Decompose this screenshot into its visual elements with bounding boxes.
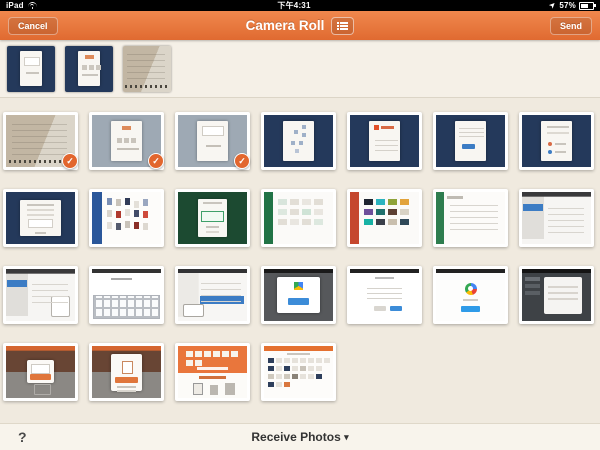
- status-bar: iPad 下午4:31 ➤ 57%: [0, 0, 600, 11]
- thumb-send-receive: [178, 346, 247, 398]
- photo-thumbnail[interactable]: [175, 266, 250, 324]
- battery-icon: [579, 2, 594, 10]
- photo-thumbnail[interactable]: [261, 189, 336, 247]
- thumb-navy-devices-sm: [65, 46, 113, 92]
- selected-photos-strip: [0, 40, 600, 98]
- thumb-keyboard: [92, 269, 161, 321]
- location-arrow-icon: ➤: [549, 1, 558, 10]
- photo-thumbnail[interactable]: [89, 343, 164, 401]
- photo-thumbnail[interactable]: [347, 266, 422, 324]
- status-time: 下午4:31: [277, 0, 310, 11]
- thumb-drive-dialog: [264, 269, 333, 321]
- photo-grid: ✓ ✓ ✓: [3, 112, 597, 401]
- photo-thumbnail[interactable]: [89, 189, 164, 247]
- photo-thumbnail[interactable]: [261, 112, 336, 170]
- photo-thumbnail[interactable]: [261, 343, 336, 401]
- thumb-excel-dark: [178, 192, 247, 244]
- photo-thumbnail[interactable]: [175, 343, 250, 401]
- page-title: Camera Roll: [246, 18, 325, 33]
- photo-thumbnail[interactable]: [519, 189, 594, 247]
- photo-thumbnail[interactable]: [433, 266, 508, 324]
- receive-photos-label: Receive Photos: [251, 430, 340, 444]
- thumb-excel-templates: [264, 192, 333, 244]
- wifi-icon: [27, 2, 38, 10]
- thumb-settings-sel: [178, 269, 247, 321]
- photo-thumbnail[interactable]: [261, 266, 336, 324]
- photo-thumbnail[interactable]: [175, 189, 250, 247]
- selected-check-icon: ✓: [148, 153, 164, 169]
- thumb-navy-office: [350, 115, 419, 167]
- selected-strip-thumbnail[interactable]: [123, 46, 171, 92]
- photo-thumbnail[interactable]: ✓: [3, 112, 78, 170]
- thumb-settings: [522, 192, 591, 244]
- thumb-photo-grid: [264, 346, 333, 398]
- cancel-button[interactable]: Cancel: [8, 17, 58, 35]
- bottom-bar: ? Receive Photos ▾: [0, 423, 600, 450]
- selected-check-icon: ✓: [62, 153, 78, 169]
- photo-thumbnail[interactable]: [347, 112, 422, 170]
- thumb-pm-dialog-sm: [6, 346, 75, 398]
- thumb-pm-dialog-lg: [92, 346, 161, 398]
- photo-thumbnail[interactable]: [3, 343, 78, 401]
- thumb-navy-dialog: [6, 192, 75, 244]
- photo-thumbnail[interactable]: [347, 189, 422, 247]
- thumb-settings-popup: [6, 269, 75, 321]
- photo-thumbnail[interactable]: ✓: [89, 112, 164, 170]
- album-list-icon[interactable]: [331, 17, 354, 35]
- photo-thumbnail[interactable]: [3, 189, 78, 247]
- selected-check-icon: ✓: [234, 153, 250, 169]
- thumb-ppt-gallery: [350, 192, 419, 244]
- receive-photos-button[interactable]: Receive Photos ▾: [0, 430, 600, 444]
- photo-thumbnail[interactable]: [519, 266, 594, 324]
- thumb-word-gallery: [92, 192, 161, 244]
- selected-strip-thumbnail[interactable]: [7, 46, 55, 92]
- photo-thumbnail[interactable]: [433, 112, 508, 170]
- thumb-drive-logo: [436, 269, 505, 321]
- photo-thumbnail[interactable]: [519, 112, 594, 170]
- thumb-navy-form-sm: [7, 46, 55, 92]
- thumb-web-list: [350, 269, 419, 321]
- send-button[interactable]: Send: [550, 17, 592, 35]
- photo-thumbnail[interactable]: [89, 266, 164, 324]
- dropdown-arrow-icon: ▾: [344, 432, 349, 442]
- photo-thumbnail[interactable]: [3, 266, 78, 324]
- photo-thumbnail[interactable]: [433, 189, 508, 247]
- thumb-navy-card-tall: [264, 115, 333, 167]
- thumb-navy-text: [522, 115, 591, 167]
- thumb-drive-list: [436, 192, 505, 244]
- device-name: iPad: [6, 1, 24, 10]
- photo-grid-area: ✓ ✓ ✓: [0, 98, 600, 424]
- thumb-navy-login: [436, 115, 505, 167]
- photo-thumbnail[interactable]: ✓: [175, 112, 250, 170]
- nav-bar: Cancel Camera Roll Send: [0, 11, 600, 40]
- thumb-paper-note: [123, 46, 171, 92]
- thumb-dark-form: [522, 269, 591, 321]
- selected-strip-thumbnail[interactable]: [65, 46, 113, 92]
- battery-percent: 57%: [559, 1, 576, 10]
